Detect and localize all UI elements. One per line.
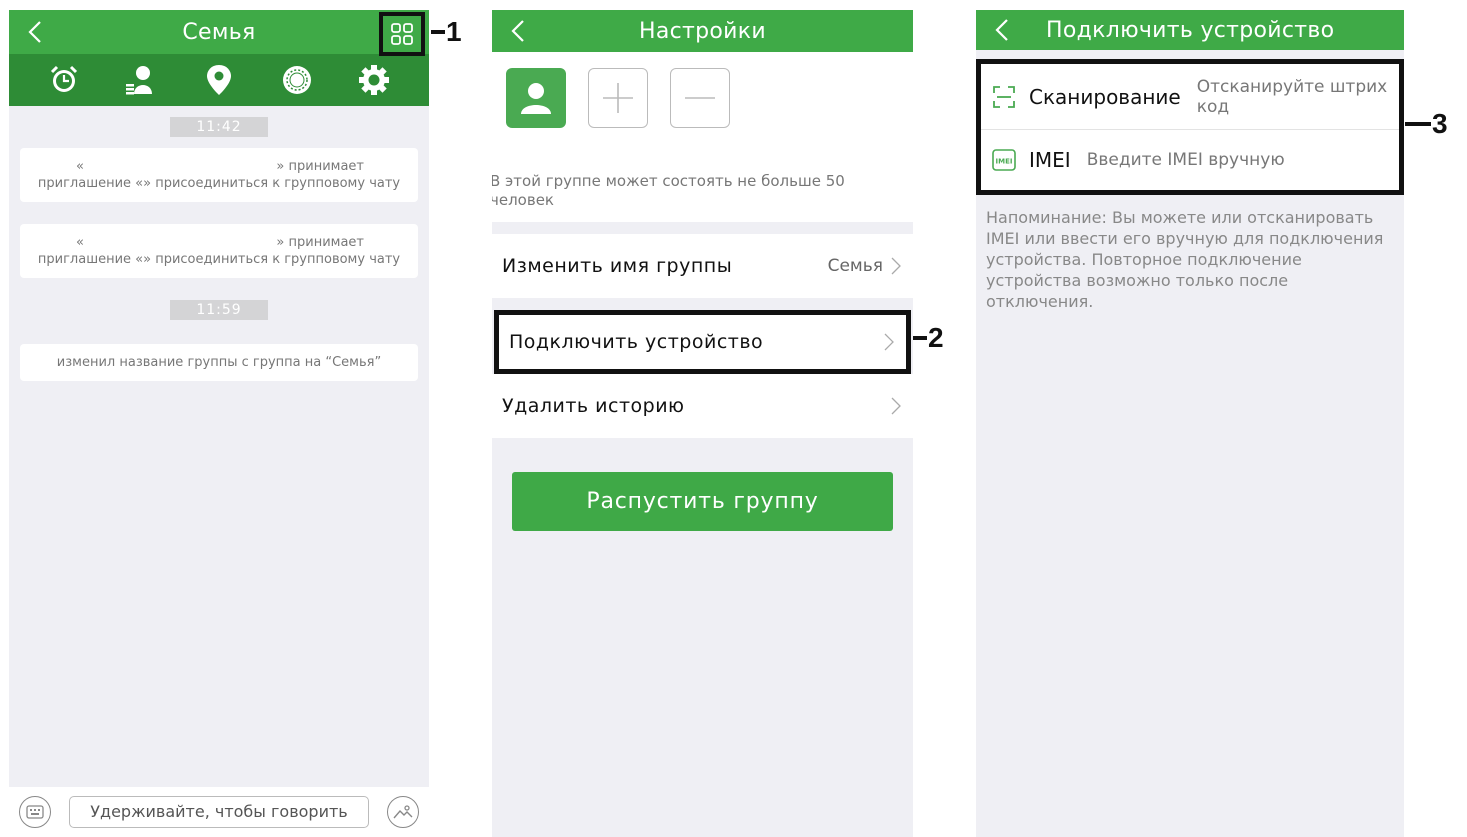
add-member-button[interactable] xyxy=(588,68,648,128)
back-button[interactable] xyxy=(506,16,530,46)
image-icon[interactable] xyxy=(387,796,419,828)
imei-icon: IMEI xyxy=(991,147,1017,173)
plus-icon xyxy=(603,83,633,113)
scan-option[interactable]: Сканирование Отсканируйте штрих код xyxy=(981,64,1399,130)
chevron-right-icon xyxy=(891,257,903,275)
row-label: Изменить имя группы xyxy=(502,255,733,277)
connect-device-screen: Подключить устройство Сканирование Отска… xyxy=(976,10,1404,837)
connect-title: Подключить устройство xyxy=(1046,17,1335,43)
scan-description: Отсканируйте штрих код xyxy=(1196,76,1388,117)
system-message: « » принимает приглашение «» присоединит… xyxy=(20,224,418,278)
system-message: изменил название группы с группа на “Сем… xyxy=(20,344,418,381)
rename-group-row[interactable]: Изменить имя группы Семья xyxy=(492,234,913,298)
chat-header: Семья xyxy=(9,10,429,56)
timestamp: 11:42 xyxy=(170,117,268,137)
back-button[interactable] xyxy=(990,15,1014,45)
location-icon[interactable] xyxy=(201,62,237,98)
connect-header: Подключить устройство xyxy=(976,10,1404,50)
settings-icon[interactable] xyxy=(356,62,392,98)
input-bar: Удерживайте, чтобы говорить xyxy=(9,787,429,837)
remove-member-button[interactable] xyxy=(670,68,730,128)
chevron-left-icon xyxy=(28,21,41,43)
timestamp: 11:59 xyxy=(170,300,268,320)
dissolve-group-button[interactable]: Распустить группу xyxy=(512,472,893,531)
callout-marker: 1 xyxy=(431,16,462,48)
members-limit-hint: В этой группе может состоять не больше 5… xyxy=(492,164,913,222)
imei-description: Введите IMEI вручную xyxy=(1086,150,1285,170)
row-label: Подключить устройство xyxy=(509,331,764,353)
chevron-left-icon xyxy=(995,19,1008,41)
callout-marker: 2 xyxy=(913,322,944,354)
hold-to-talk-button[interactable]: Удерживайте, чтобы говорить xyxy=(69,796,369,828)
chat-title: Семья xyxy=(182,19,256,45)
minus-icon xyxy=(685,97,715,99)
keyboard-icon[interactable] xyxy=(19,796,51,828)
target-icon[interactable] xyxy=(279,62,315,98)
alarm-icon[interactable] xyxy=(46,62,82,98)
settings-header: Настройки xyxy=(492,10,913,52)
grid-icon xyxy=(391,23,413,45)
connect-methods-list: Сканирование Отсканируйте штрих код IMEI… xyxy=(976,59,1404,195)
imei-option[interactable]: IMEI IMEI Введите IMEI вручную xyxy=(981,130,1399,190)
clear-history-row[interactable]: Удалить историю xyxy=(492,374,913,438)
chat-screen: Семья 11:42 « » принимает приглашение «»… xyxy=(9,10,429,837)
scan-title: Сканирование xyxy=(1029,84,1181,109)
scan-icon xyxy=(991,84,1017,110)
system-message: « » принимает приглашение «» присоединит… xyxy=(20,148,418,202)
connect-device-row[interactable]: Подключить устройство xyxy=(494,310,911,374)
callout-marker: 3 xyxy=(1405,108,1448,140)
reminder-text: Напоминание: Вы можете или отсканировать… xyxy=(986,208,1384,311)
settings-screen: Настройки В этой группе может состоять н… xyxy=(492,10,913,837)
members-row xyxy=(492,52,913,164)
imei-title: IMEI xyxy=(1029,148,1071,172)
group-menu-button[interactable] xyxy=(379,12,425,56)
contacts-icon[interactable] xyxy=(123,62,159,98)
svg-text:IMEI: IMEI xyxy=(996,158,1013,166)
settings-title: Настройки xyxy=(639,18,766,44)
chevron-right-icon xyxy=(884,333,896,351)
back-button[interactable] xyxy=(23,17,47,47)
row-label: Удалить историю xyxy=(502,395,685,417)
chevron-right-icon xyxy=(891,397,903,415)
chevron-left-icon xyxy=(511,20,524,42)
group-name-value: Семья xyxy=(827,256,883,276)
member-avatar[interactable] xyxy=(506,68,566,128)
user-icon xyxy=(521,83,551,114)
feature-icon-bar xyxy=(9,54,429,106)
